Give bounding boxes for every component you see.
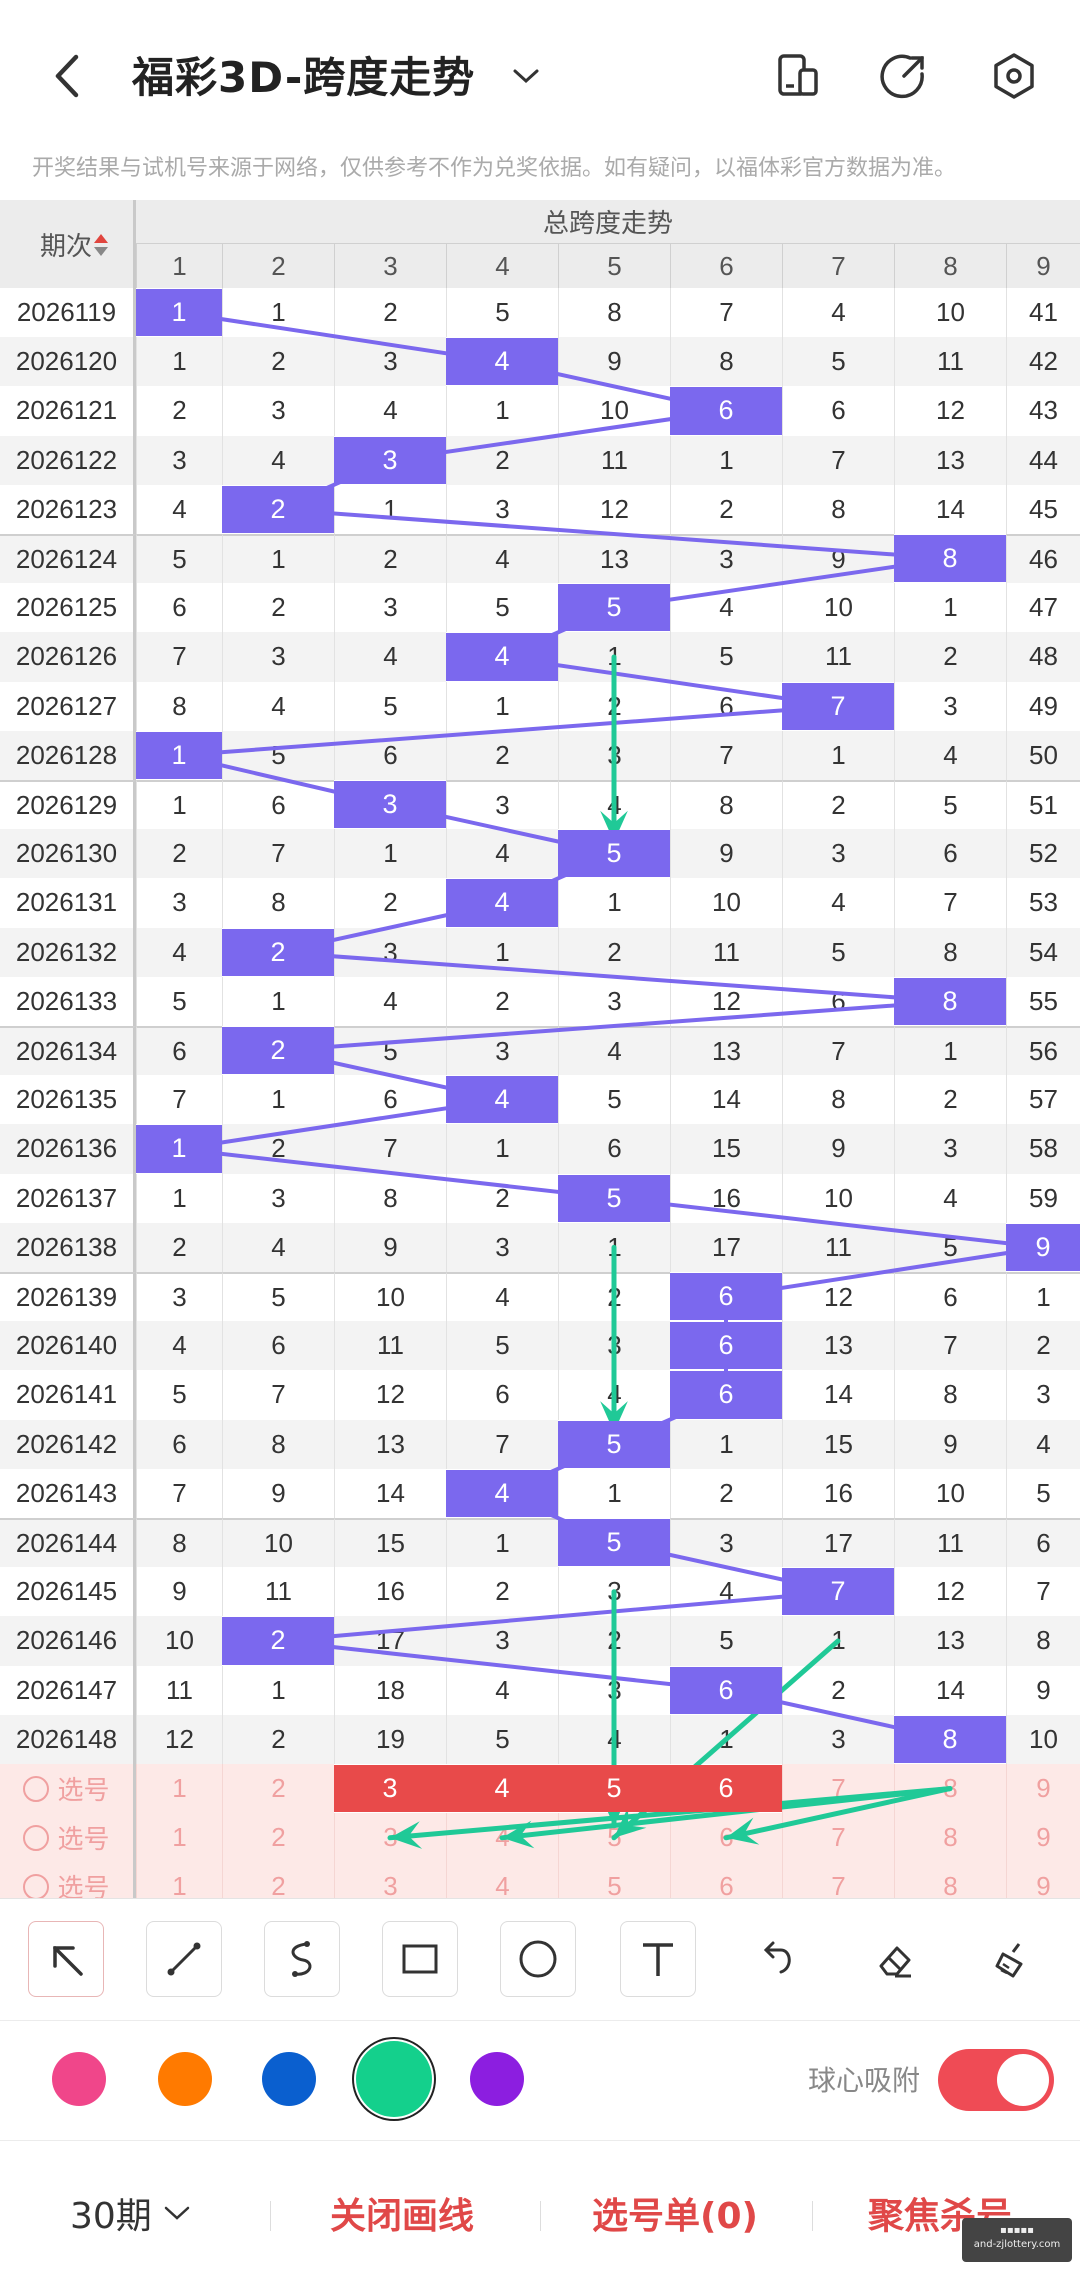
trend-overlay — [178, 310, 1044, 1849]
rectangle-tool[interactable] — [382, 1921, 458, 1997]
line-tool[interactable] — [146, 1921, 222, 1997]
color-swatch[interactable] — [52, 2052, 106, 2106]
color-swatch[interactable] — [470, 2052, 524, 2106]
hit-cell: 1 — [136, 289, 222, 337]
hit-cell: 5 — [558, 584, 670, 632]
period-select-label: 30期 — [70, 2196, 152, 2237]
hit-cell: 2 — [222, 485, 334, 533]
hit-cell: 7 — [782, 682, 894, 730]
hit-cell: 8 — [894, 1715, 1006, 1763]
hit-cell: 4 — [446, 633, 558, 681]
curve-tool[interactable] — [264, 1921, 340, 1997]
selection-list-button[interactable]: 选号单(0) — [592, 2187, 758, 2239]
clear-brush-tool[interactable] — [974, 1921, 1050, 1997]
hit-cell: 6 — [670, 1273, 782, 1321]
trend-table: 期次 总跨度走势 1 2 3 4 5 6 7 8 9 2026119 1 1 2 5 8 7 4 10 41 202612… — [0, 200, 1080, 1898]
selected-number[interactable]: 4 — [446, 1765, 558, 1813]
hit-cell: 2 — [222, 928, 334, 976]
hit-cell: 1 — [136, 731, 222, 779]
hit-cell: 8 — [894, 535, 1006, 583]
hit-cell: 6 — [670, 1371, 782, 1419]
rectangle-icon — [402, 1944, 438, 1974]
undo-icon — [763, 1941, 791, 1974]
drawn-arrow[interactable] — [600, 1244, 628, 1435]
hit-cell: 2 — [222, 1617, 334, 1665]
color-swatch[interactable] — [262, 2052, 316, 2106]
back-arrow-icon[interactable] — [28, 36, 108, 116]
curve-icon — [291, 1941, 312, 1977]
hit-cell: 5 — [558, 1519, 670, 1567]
period-select[interactable]: 30期 — [70, 2187, 192, 2239]
color-palette: 球心吸附 — [0, 2020, 1080, 2139]
clear-brush-icon — [995, 1943, 1023, 1978]
chevron-down-icon — [164, 2206, 190, 2220]
hit-cell: 4 — [446, 1076, 558, 1124]
hit-cell: 4 — [446, 338, 558, 386]
page-title: 福彩3D-跨度走势 — [132, 53, 476, 102]
hit-cell: 3 — [334, 436, 446, 484]
eraser-icon — [879, 1946, 911, 1978]
bottom-action-bar: 30期 关闭画线 选号单(0) 聚焦杀号 — [0, 2140, 1080, 2281]
drawing-toolbar — [0, 1898, 1080, 2019]
hit-cell: 6 — [670, 1322, 782, 1370]
circle-icon — [519, 1940, 557, 1978]
hit-cell: 4 — [446, 879, 558, 927]
hit-cell: 5 — [558, 1174, 670, 1222]
share-icon[interactable] — [864, 36, 944, 116]
close-line-button[interactable]: 关闭画线 — [330, 2187, 474, 2239]
eraser-tool[interactable] — [856, 1921, 932, 1997]
text-tool[interactable] — [620, 1921, 696, 1997]
app-header: 福彩3D-跨度走势 — [0, 0, 1080, 150]
drawn-arrow[interactable] — [600, 654, 628, 845]
hit-cell: 7 — [782, 1568, 894, 1616]
color-swatch[interactable] — [158, 2052, 212, 2106]
hit-cell: 2 — [222, 1027, 334, 1075]
selected-number[interactable]: 3 — [334, 1765, 446, 1813]
selected-number[interactable]: 6 — [670, 1765, 782, 1813]
select-arrow-icon — [53, 1946, 83, 1976]
line-icon — [167, 1942, 201, 1976]
hit-cell: 6 — [670, 1666, 782, 1714]
disclaimer-notice: 开奖结果与试机号来源于网络，仅供参考不作为兑奖依据。如有疑问，以福体彩官方数据为… — [32, 156, 957, 181]
hit-cell: 5 — [558, 830, 670, 878]
selected-number[interactable]: 5 — [558, 1765, 670, 1813]
text-icon — [643, 1943, 673, 1976]
select-arrow-tool[interactable] — [28, 1921, 104, 1997]
settings-hex-icon[interactable] — [974, 36, 1054, 116]
watermark: ▪▪▪▪▪ and-zjlottery.com — [962, 2218, 1072, 2262]
hit-cell: 6 — [670, 387, 782, 435]
layout-icon[interactable] — [758, 36, 838, 116]
hit-cell: 9 — [1006, 1223, 1080, 1271]
hit-cell: 4 — [446, 1469, 558, 1517]
snap-label: 球心吸附 — [808, 2064, 921, 2097]
snap-toggle[interactable] — [938, 2049, 1054, 2111]
chevron-down-icon[interactable] — [486, 36, 566, 116]
circle-tool[interactable] — [500, 1921, 576, 1997]
undo-tool[interactable] — [738, 1921, 814, 1997]
hit-cell: 5 — [558, 1420, 670, 1468]
hit-cell: 1 — [136, 1125, 222, 1173]
color-swatch-selected[interactable] — [356, 2041, 432, 2117]
hit-cell: 3 — [334, 781, 446, 829]
hit-cell: 8 — [894, 977, 1006, 1025]
